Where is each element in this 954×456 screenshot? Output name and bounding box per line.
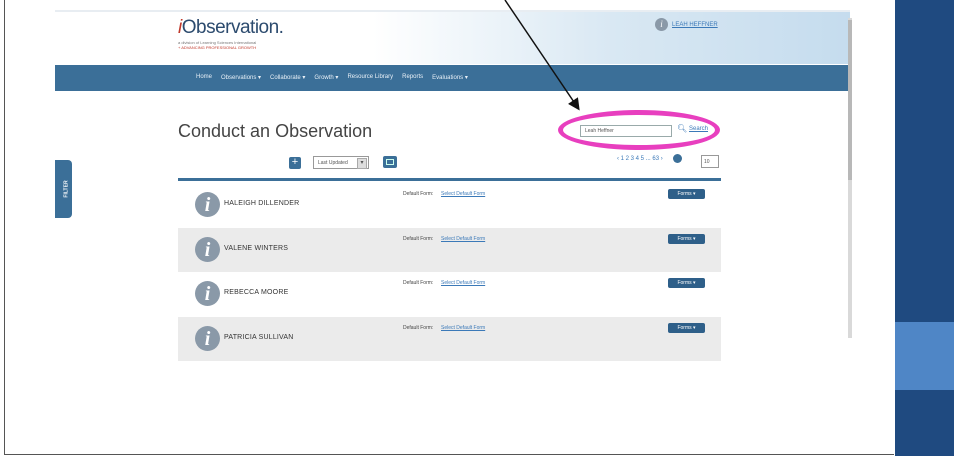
- callout-arrow: [504, 0, 580, 111]
